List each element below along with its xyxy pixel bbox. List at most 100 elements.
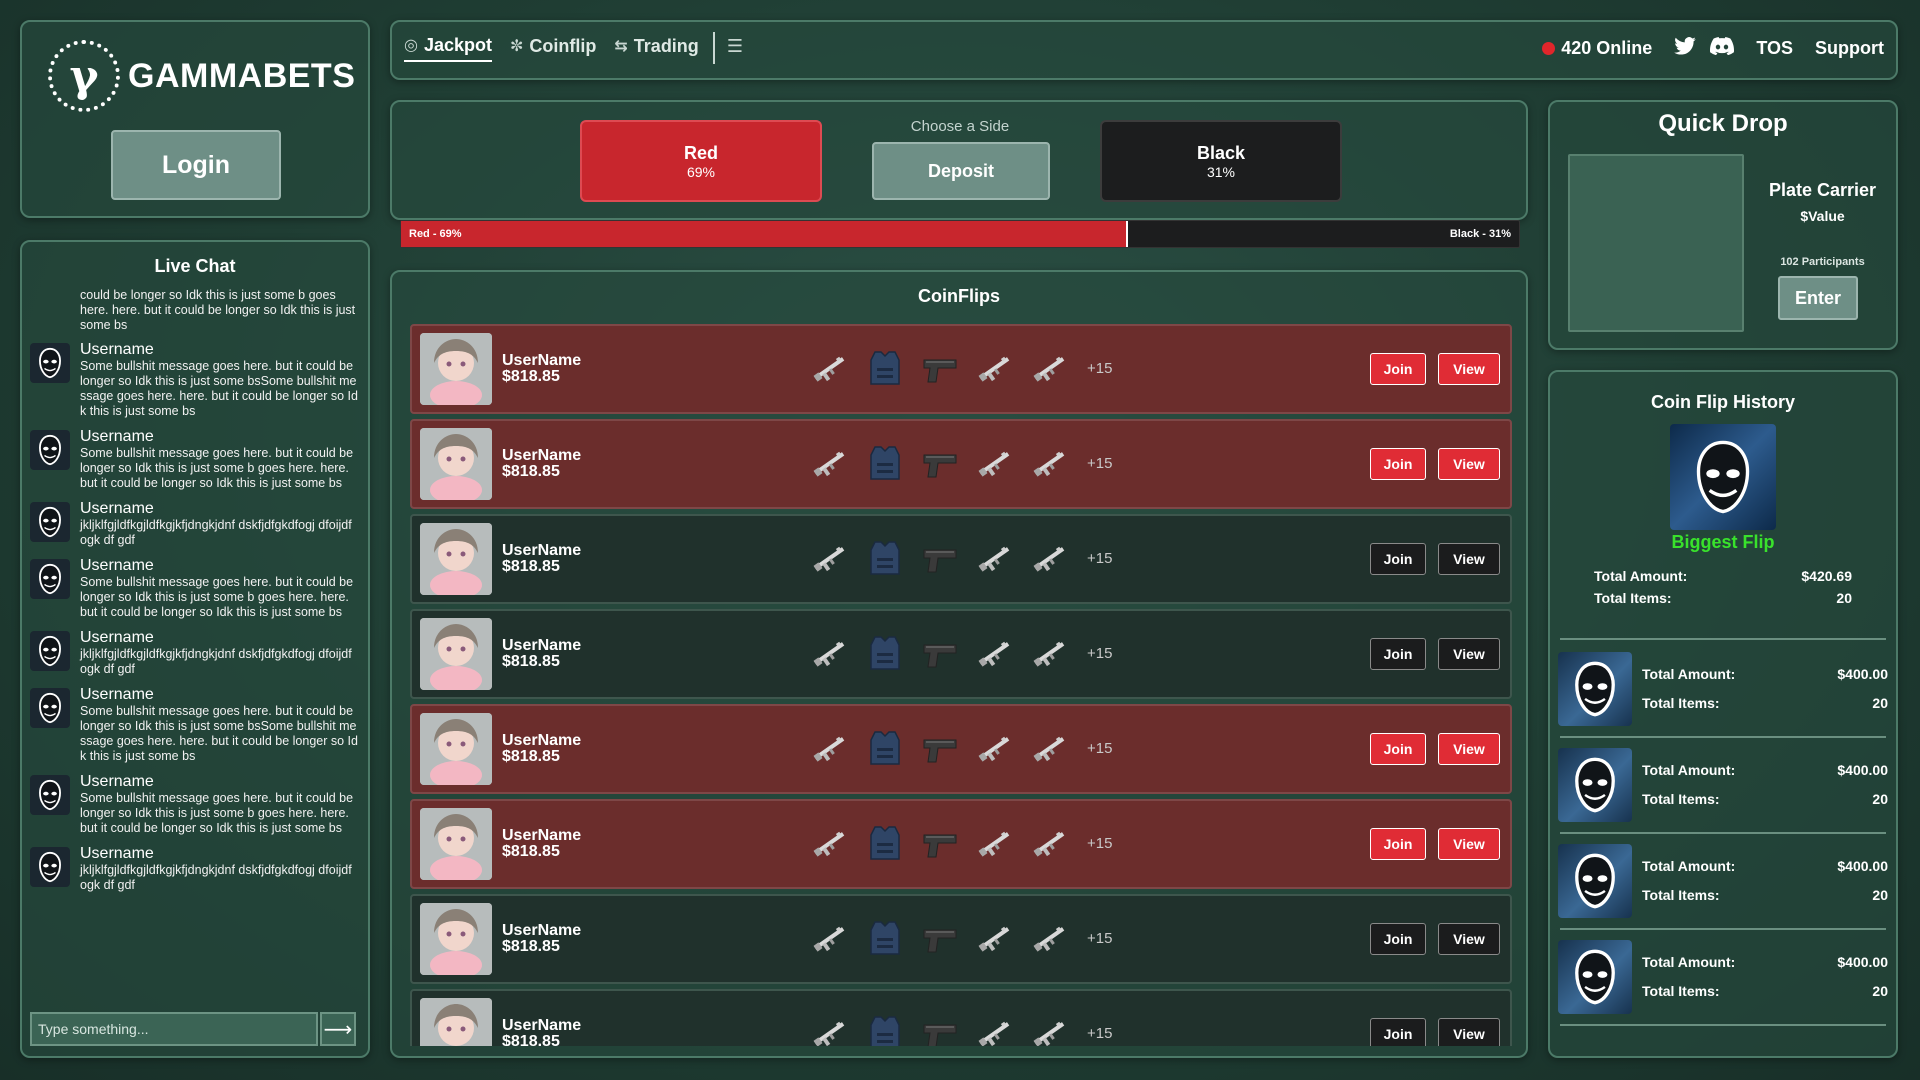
tab-label: Trading [633, 35, 699, 56]
player-avatar[interactable] [420, 523, 492, 595]
black-side-button[interactable]: Black 31% [1100, 120, 1342, 202]
view-button[interactable]: View [1438, 733, 1500, 765]
stat-label: Total Amount: [1642, 762, 1736, 778]
bet-items: +15 [808, 726, 1112, 770]
player-avatar[interactable] [420, 333, 492, 405]
join-button[interactable]: Join [1370, 448, 1426, 480]
player-avatar[interactable] [420, 808, 492, 880]
join-button[interactable]: Join [1370, 638, 1426, 670]
player-info: UserName $818.85 [502, 448, 581, 480]
coinflip-list[interactable]: UserName $818.85 +15 Join View UserName $818.8… [410, 324, 1512, 1046]
chat-input[interactable] [30, 1012, 318, 1046]
player-name: UserName [502, 447, 582, 464]
bet-items: +15 [808, 441, 1112, 485]
view-button[interactable]: View [1438, 543, 1500, 575]
bet-amount: $818.85 [502, 748, 560, 765]
brand-name: GAMMABETS [128, 56, 356, 95]
chat-message-list[interactable]: could be longer so Idk this is just some… [30, 288, 358, 998]
pistol-icon [918, 631, 962, 675]
twitter-icon[interactable] [1674, 37, 1697, 60]
join-button[interactable]: Join [1370, 923, 1426, 955]
view-button[interactable]: View [1438, 1018, 1500, 1046]
bet-amount: $818.85 [502, 1033, 560, 1047]
history-entry[interactable]: Total Amount: $400.00 Total Items: 20 [1558, 844, 1888, 920]
coinflip-row: UserName $818.85 +15 Join View [410, 704, 1512, 794]
join-button[interactable]: Join [1370, 353, 1426, 385]
tab-coinflip[interactable]: ✼ Coinflip [510, 36, 596, 61]
player-avatar[interactable] [420, 428, 492, 500]
join-button[interactable]: Join [1370, 543, 1426, 575]
view-button[interactable]: View [1438, 448, 1500, 480]
red-side-button[interactable]: Red 69% [580, 120, 822, 202]
history-entry[interactable]: Total Amount: $400.00 Total Items: 20 [1558, 940, 1888, 1016]
user-avatar[interactable] [30, 688, 70, 728]
chat-username[interactable]: Username [80, 629, 358, 647]
rifle-icon [808, 441, 852, 485]
biggest-total-items: Total Items: 20 [1594, 590, 1852, 606]
chat-message-text: Some bullshit message goes here. but it … [80, 359, 358, 418]
bet-amount: $818.85 [502, 368, 560, 385]
view-button[interactable]: View [1438, 638, 1500, 670]
rifle-icon [973, 726, 1017, 770]
view-button[interactable]: View [1438, 353, 1500, 385]
stat-value: 20 [1872, 791, 1888, 807]
user-avatar[interactable] [30, 631, 70, 671]
support-link[interactable]: Support [1815, 38, 1884, 59]
coins-stack-button[interactable]: ☰ [727, 36, 743, 61]
view-button[interactable]: View [1438, 828, 1500, 860]
stat-label: Total Amount: [1642, 858, 1736, 874]
bet-items: +15 [808, 536, 1112, 580]
user-avatar[interactable] [30, 847, 70, 887]
player-avatar[interactable] [420, 998, 492, 1046]
stat-label: Total Items: [1642, 695, 1720, 711]
login-button[interactable]: Login [111, 130, 281, 200]
join-button[interactable]: Join [1370, 1018, 1426, 1046]
chat-username[interactable]: Username [80, 341, 358, 359]
rifle-icon [1028, 631, 1072, 675]
player-info: UserName $818.85 [502, 733, 581, 765]
join-button[interactable]: Join [1370, 828, 1426, 860]
player-name: UserName [502, 542, 582, 559]
user-avatar[interactable] [30, 502, 70, 542]
chat-username[interactable]: Username [80, 557, 358, 575]
user-avatar[interactable] [30, 559, 70, 599]
tab-jackpot[interactable]: ◎ Jackpot [404, 35, 492, 62]
join-button[interactable]: Join [1370, 733, 1426, 765]
chat-username[interactable]: Username [80, 500, 358, 518]
rifle-icon [808, 631, 852, 675]
rifle-icon [973, 346, 1017, 390]
discord-icon[interactable] [1710, 37, 1735, 60]
player-avatar[interactable] [420, 713, 492, 785]
send-button[interactable]: ⟶ [320, 1012, 356, 1046]
pistol-icon [918, 916, 962, 960]
history-entry[interactable]: Total Amount: $400.00 Total Items: 20 [1558, 748, 1888, 824]
player-name: UserName [502, 1017, 582, 1034]
chat-message-text: Some bullshit message goes here. but it … [80, 791, 354, 835]
history-entry[interactable]: Total Amount: $400.00 Total Items: 20 [1558, 652, 1888, 728]
top-nav: ◎ Jackpot ✼ Coinflip ⇆ Trading ☰ 420 Onl… [390, 20, 1898, 80]
user-avatar[interactable] [30, 430, 70, 470]
chat-username[interactable]: Username [80, 845, 358, 863]
chat-username[interactable]: Username [80, 686, 358, 704]
vest-icon [863, 631, 907, 675]
user-avatar[interactable] [30, 343, 70, 383]
black-progress-label: Black - 31% [1449, 228, 1511, 240]
user-avatar[interactable] [30, 775, 70, 815]
deposit-button[interactable]: Deposit [872, 142, 1050, 200]
tos-link[interactable]: TOS [1756, 38, 1793, 59]
player-avatar[interactable] [420, 903, 492, 975]
side-name: Red [683, 142, 718, 163]
bet-amount: $818.85 [502, 938, 560, 955]
chat-username[interactable]: Username [80, 428, 358, 446]
biggest-flip-avatar[interactable] [1670, 424, 1776, 530]
brand-logo[interactable]: γ GAMMABETS [48, 40, 355, 112]
player-avatar[interactable] [420, 618, 492, 690]
vest-icon [863, 916, 907, 960]
chat-username[interactable]: Username [80, 773, 358, 791]
quick-drop-enter-button[interactable]: Enter [1778, 276, 1858, 320]
vest-icon [863, 1011, 907, 1046]
tab-trading[interactable]: ⇆ Trading [614, 36, 698, 61]
view-button[interactable]: View [1438, 923, 1500, 955]
rifle-icon [973, 1011, 1017, 1046]
coinflip-row: UserName $818.85 +15 Join View [410, 799, 1512, 889]
